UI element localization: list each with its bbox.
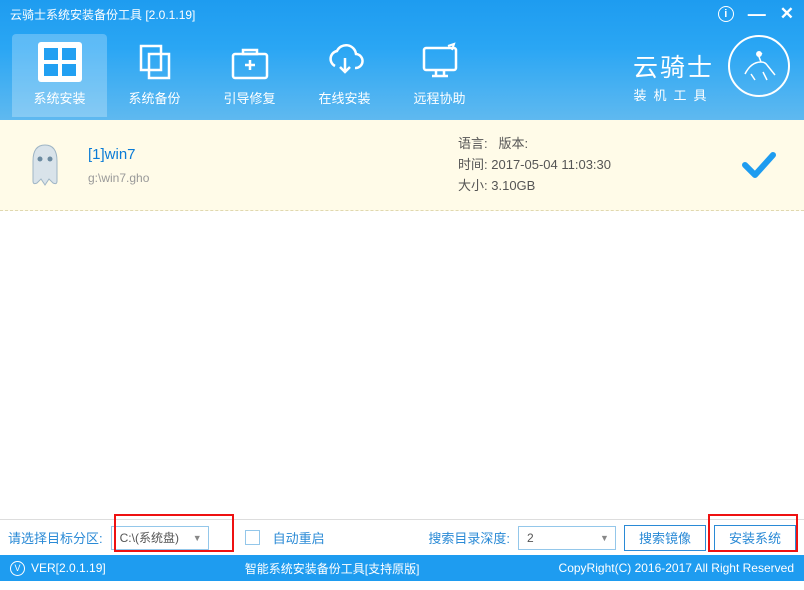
content-area — [0, 211, 804, 519]
nav-online-install[interactable]: 在线安装 — [297, 34, 392, 117]
nav-remote-assist[interactable]: 远程协助 — [392, 34, 487, 117]
nav-label: 在线安装 — [318, 88, 370, 107]
nav-system-backup[interactable]: 系统备份 — [107, 34, 202, 117]
minimize-button[interactable]: — — [748, 10, 766, 18]
nav-label: 引导修复 — [223, 88, 275, 107]
copyright-text: CopyRight(C) 2016-2017 All Right Reserve… — [559, 561, 794, 575]
brand-name: 云骑士 — [633, 48, 714, 84]
auto-restart-label: 自动重启 — [273, 528, 325, 547]
monitor-icon — [416, 40, 464, 84]
chevron-down-icon: ▼ — [193, 533, 202, 543]
ghost-icon — [20, 140, 70, 190]
search-image-button[interactable]: 搜索镜像 — [624, 525, 706, 551]
nav-label: 系统安装 — [33, 88, 85, 107]
item-meta: 语言: 版本: 时间: 2017-05-04 11:03:30 大小: 3.10… — [428, 134, 734, 196]
nav-label: 远程协助 — [413, 88, 465, 107]
nav-boot-repair[interactable]: 引导修复 — [202, 34, 297, 117]
info-icon[interactable]: i — [718, 6, 734, 22]
copy-icon — [131, 40, 179, 84]
depth-label: 搜索目录深度: — [428, 528, 510, 547]
nav-system-install[interactable]: 系统安装 — [12, 34, 107, 117]
window-title: 云骑士系统安装备份工具 [2.0.1.19] — [10, 6, 718, 23]
nav-label: 系统备份 — [128, 88, 180, 107]
brand-sub: 装机工具 — [633, 85, 714, 104]
chevron-down-icon: ▼ — [600, 533, 609, 543]
brand: 云骑士 装机工具 — [633, 48, 714, 104]
target-partition-select[interactable]: C:\(系统盘) ▼ — [111, 526, 209, 550]
auto-restart-checkbox[interactable] — [245, 530, 260, 545]
item-title: [1]win7 — [88, 146, 428, 163]
version-icon: V — [10, 561, 25, 576]
target-partition-label: 请选择目标分区: — [8, 528, 103, 547]
status-mid: 智能系统安装备份工具[支持原版] — [106, 560, 559, 577]
install-system-button[interactable]: 安装系统 — [714, 525, 796, 551]
version-text: VER[2.0.1.19] — [31, 561, 106, 575]
check-icon — [734, 145, 784, 185]
cloud-download-icon — [321, 40, 369, 84]
image-list-item[interactable]: [1]win7 g:\win7.gho 语言: 版本: 时间: 2017-05-… — [0, 120, 804, 211]
windows-icon — [36, 40, 84, 84]
item-path: g:\win7.gho — [88, 171, 428, 185]
brand-logo-icon — [728, 35, 790, 97]
depth-select[interactable]: 2 ▼ — [518, 526, 616, 550]
close-button[interactable]: ✕ — [780, 4, 794, 24]
medkit-icon — [226, 40, 274, 84]
